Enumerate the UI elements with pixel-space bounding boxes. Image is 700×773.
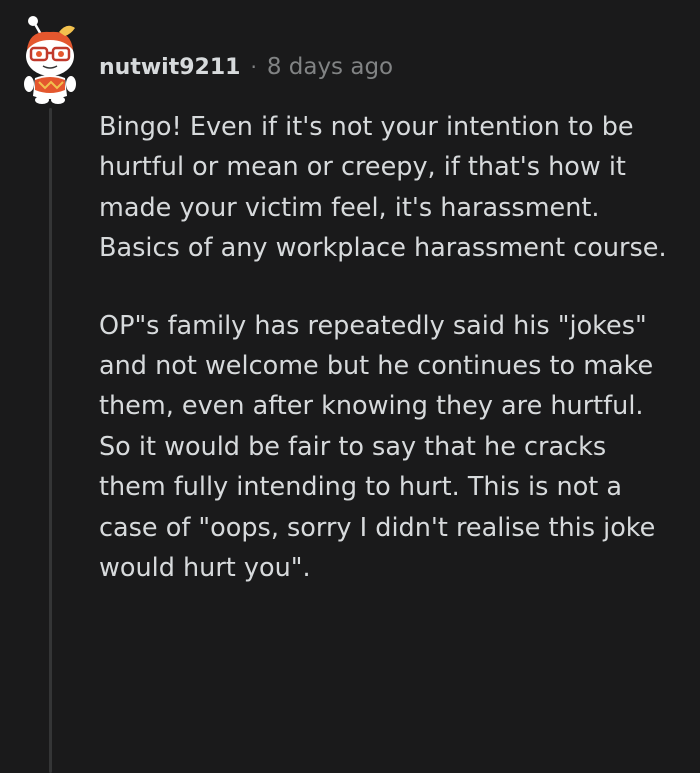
username-link[interactable]: nutwit9211 <box>99 55 240 80</box>
thread-collapse-line[interactable] <box>49 108 52 773</box>
timestamp-link[interactable]: 8 days ago <box>267 54 393 80</box>
comment: nutwit9211 · 8 days ago Bingo! Even if i… <box>0 0 700 773</box>
comment-paragraph: Bingo! Even if it's not your intention t… <box>99 112 667 264</box>
comment-paragraph: OP"s family has repeatedly said his "jok… <box>99 310 656 584</box>
comment-meta: nutwit9211 · 8 days ago <box>99 50 393 84</box>
comment-body: Bingo! Even if it's not your intention t… <box>99 107 679 588</box>
snoo-avatar-icon <box>24 16 76 104</box>
user-avatar[interactable] <box>15 10 87 106</box>
meta-separator: · <box>250 55 257 79</box>
